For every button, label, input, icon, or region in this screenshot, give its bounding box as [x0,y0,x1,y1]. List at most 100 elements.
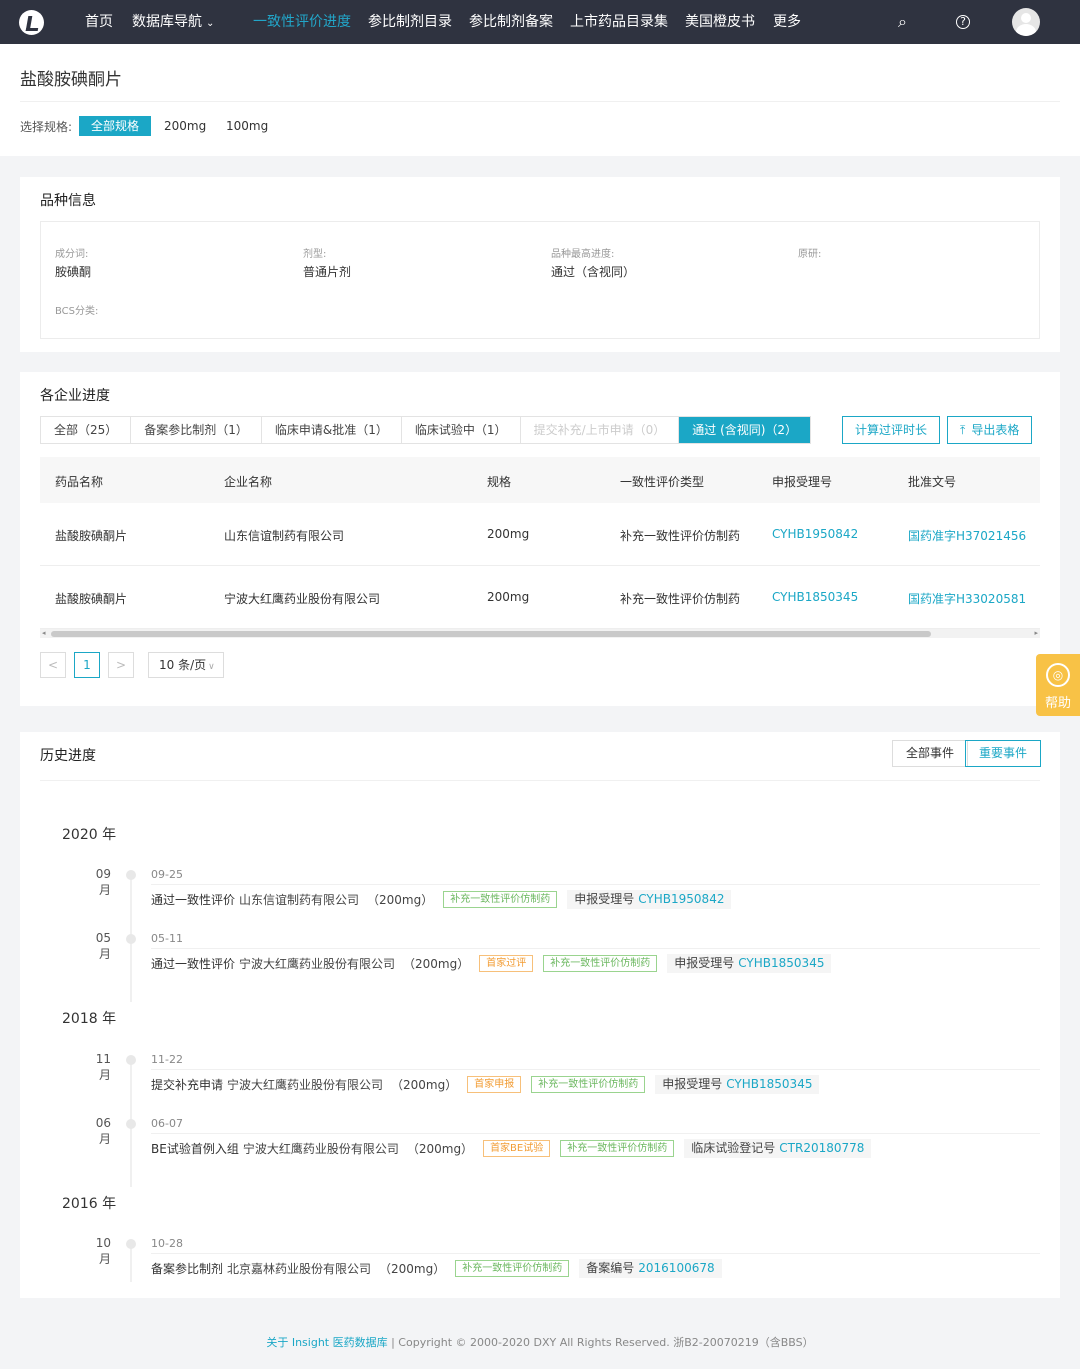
nav-database-label: 数据库导航 [132,14,202,30]
event-company: 山东信谊制药有限公司 [239,893,360,907]
spec-option-100mg[interactable]: 100mg [214,116,280,136]
event-spec: （200mg） [391,1078,458,1092]
nav-orange-book[interactable]: 美国橙皮书 [685,13,755,31]
footer: 关于 Insight 医药数据库 | Copyright © 2000-2020… [0,1334,1080,1350]
status-badge: 首家BE试验 [483,1140,551,1157]
export-icon: ⤒ [960,423,966,437]
nav-listed-drugs[interactable]: 上市药品目录集 [570,13,668,31]
event-company: 宁波大红鹰药业股份有限公司 [242,1142,399,1156]
page-size-label: 10 条/页 [159,658,207,672]
event-reference: 申报受理号 CYHB1850345 [655,1075,820,1094]
status-badge: 补充一致性评价仿制药 [543,955,658,972]
filter-important-events[interactable]: 重要事件 [965,740,1042,767]
event-date: 05-11 [151,932,183,945]
tab-all[interactable]: 全部（25） [41,417,132,443]
event-month: 10 月 [95,1236,111,1266]
pager-next-button[interactable]: > [108,652,134,678]
event-company: 宁波大红鹰药业股份有限公司 [227,1078,384,1092]
col-application-no: 申报受理号 [772,475,833,489]
divider [20,101,1060,102]
scroll-left-icon[interactable]: ◂ [42,629,46,638]
nav-reference-filing[interactable]: 参比制剂备案 [469,13,553,31]
event-company: 北京嘉林药业股份有限公司 [227,1262,372,1276]
event-action: 提交补充申请 [151,1078,224,1092]
field-label-progress: 品种最高进度: [551,249,615,260]
cell-eval-type: 补充一致性评价仿制药 [620,592,741,606]
footer-copyright: | Copyright © 2000-2020 DXY All Rights R… [387,1336,814,1349]
field-label-bcs: BCS分类: [55,306,99,317]
pager-prev-button[interactable]: < [40,652,66,678]
cell-application-link[interactable]: CYHB1950842 [772,527,858,541]
calc-duration-button[interactable]: 计算过评时长 [842,416,941,444]
history-panel: 历史进度 全部事件 重要事件 2020 年 09 月 09-25 通过一致性评价… [20,732,1060,1298]
timeline-dot [126,934,136,944]
event-action: 通过一致性评价 [151,893,236,907]
col-approval-no: 批准文号 [908,475,957,489]
event-ref-link[interactable]: 2016100678 [638,1261,714,1275]
tab-reference-filing[interactable]: 备案参比制剂（1） [131,417,262,443]
help-circle-icon[interactable]: ? [956,15,970,29]
footer-about-link[interactable]: 关于 Insight 医药数据库 [266,1336,387,1349]
logo-icon[interactable] [19,10,44,35]
tab-passed[interactable]: 通过 (含视同)（2） [679,417,811,443]
search-icon[interactable]: ⌕ [898,13,907,31]
event-line: 提交补充申请 宁波大红鹰药业股份有限公司 （200mg） 首家申报 补充一致性评… [151,1075,820,1094]
tab-clinical-application[interactable]: 临床申请&批准（1） [262,417,402,443]
nav-database[interactable]: 数据库导航 ⌄ [132,13,214,33]
cell-approval-link[interactable]: 国药准字H37021456 [908,527,1026,544]
event-ref-link[interactable]: CYHB1850345 [726,1077,812,1091]
field-value-dosage-form: 普通片剂 [303,265,352,279]
page-size-select[interactable]: 10 条/页 ∨ [148,652,224,678]
chevron-down-icon: ⌄ [206,18,215,29]
event-ref-label: 申报受理号 [674,956,735,970]
col-eval-type: 一致性评价类型 [620,475,705,489]
timeline-dot [126,870,136,880]
divider [151,1133,1040,1134]
event-ref-label: 备案编号 [586,1261,635,1275]
horizontal-scrollbar[interactable]: ◂ ▸ [40,629,1040,638]
divider [151,948,1040,949]
timeline-dot [126,1239,136,1249]
event-action: BE试验首例入组 [151,1142,239,1156]
cell-approval-link[interactable]: 国药准字H33020581 [908,590,1026,607]
scroll-thumb[interactable] [51,631,931,637]
event-line: 通过一致性评价 山东信谊制药有限公司 （200mg） 补充一致性评价仿制药 申报… [151,890,732,909]
export-button[interactable]: ⤒ 导出表格 [947,416,1033,444]
table-row: 盐酸胺碘酮片 宁波大红鹰药业股份有限公司 200mg 补充一致性评价仿制药 CY… [40,566,1040,629]
field-value-ingredient: 胺碘酮 [55,265,92,279]
nav-reference-catalog[interactable]: 参比制剂目录 [368,13,452,31]
top-nav: 首页 数据库导航 ⌄ 一致性评价进度 参比制剂目录 参比制剂备案 上市药品目录集 … [0,0,1080,44]
scroll-right-icon[interactable]: ▸ [1034,629,1038,638]
event-spec: （200mg） [367,893,434,907]
event-ref-link[interactable]: CYHB1850345 [738,956,824,970]
chevron-down-icon: ∨ [208,662,215,672]
event-reference: 临床试验登记号 CTR20180778 [684,1139,872,1158]
help-float-button[interactable]: ◎ 帮助 [1036,654,1080,716]
event-month: 05 月 [95,931,111,961]
cell-spec: 200mg [487,527,530,541]
export-label: 导出表格 [971,423,1020,437]
nav-home[interactable]: 首页 [85,13,113,31]
spec-option-all[interactable]: 全部规格 [79,116,152,136]
status-tabs: 全部（25） 备案参比制剂（1） 临床申请&批准（1） 临床试验中（1） 提交补… [40,416,812,444]
status-badge: 首家过评 [479,955,534,972]
event-ref-link[interactable]: CYHB1950842 [638,892,724,906]
cell-spec: 200mg [487,590,530,604]
event-month: 11 月 [95,1052,111,1082]
cell-eval-type: 补充一致性评价仿制药 [620,529,741,543]
divider [151,1069,1040,1070]
nav-consistency[interactable]: 一致性评价进度 [253,13,351,31]
event-line: 备案参比制剂 北京嘉林药业股份有限公司 （200mg） 补充一致性评价仿制药 备… [151,1259,722,1278]
avatar[interactable] [1012,8,1040,36]
event-ref-link[interactable]: CTR20180778 [779,1141,864,1155]
cell-application-link[interactable]: CYHB1850345 [772,590,858,604]
tab-clinical-trial[interactable]: 临床试验中（1） [402,417,521,443]
variety-panel: 品种信息 成分词: 胺碘酮 剂型: 普通片剂 品种最高进度: 通过（含视同） 原… [20,177,1060,352]
pager-page-1[interactable]: 1 [74,652,100,678]
nav-more[interactable]: 更多 [773,13,801,31]
filter-all-events[interactable]: 全部事件 [892,740,969,767]
event-ref-label: 申报受理号 [662,1077,723,1091]
spec-option-200mg[interactable]: 200mg [152,116,218,136]
table-header: 药品名称 企业名称 规格 一致性评价类型 申报受理号 批准文号 [40,457,1040,503]
field-label-dosage-form: 剂型: [303,249,327,260]
